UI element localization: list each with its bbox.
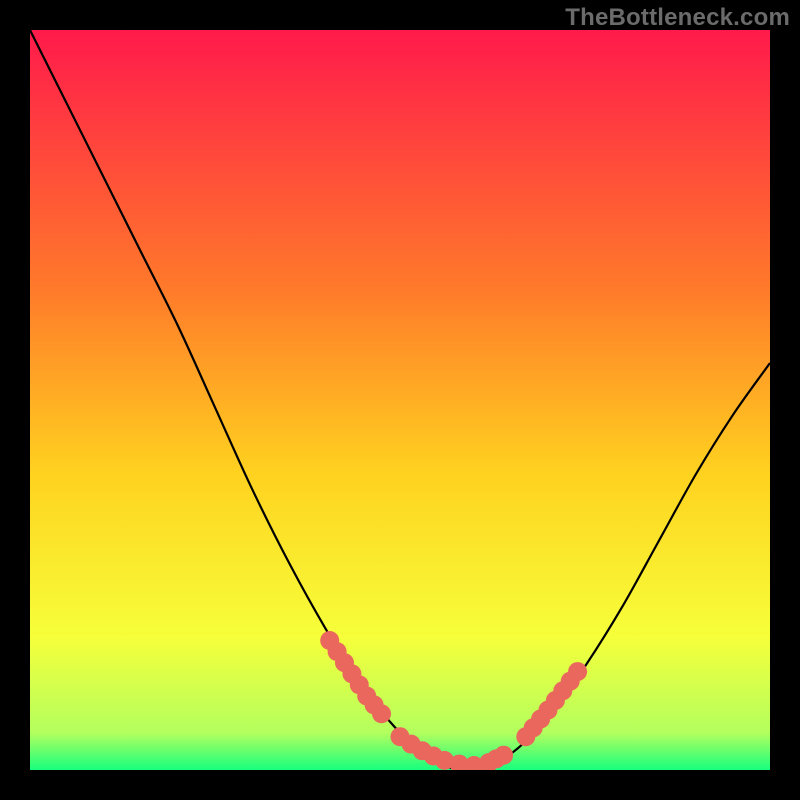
watermark-text: TheBottleneck.com [565, 4, 790, 32]
data-marker [568, 662, 587, 681]
chart-background [30, 30, 770, 770]
chart-frame: TheBottleneck.com [0, 0, 800, 800]
data-marker [372, 704, 391, 723]
chart-plot [30, 30, 770, 770]
data-marker [494, 746, 513, 765]
